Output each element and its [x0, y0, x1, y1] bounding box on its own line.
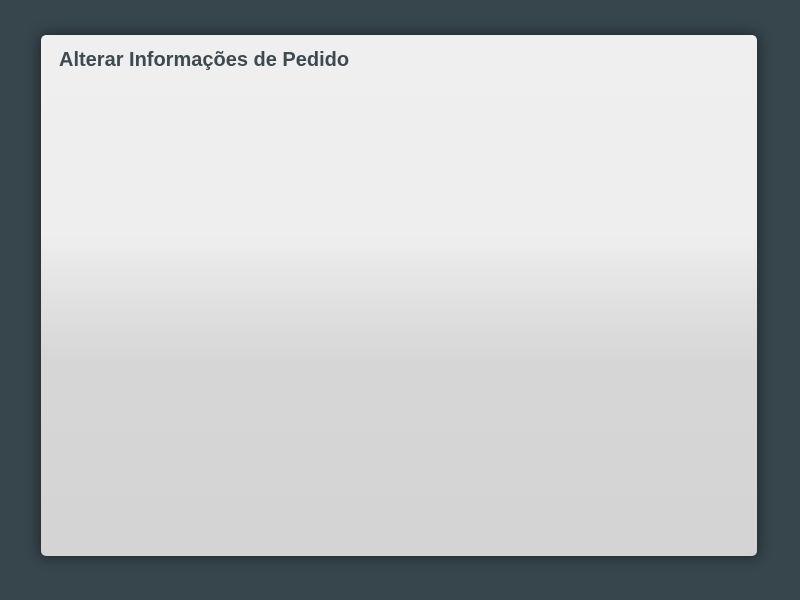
dialog-title: Alterar Informações de Pedido	[59, 49, 350, 71]
edit-order-dialog: Alterar Informações de Pedido	[40, 34, 758, 557]
dialog-body	[41, 85, 757, 556]
